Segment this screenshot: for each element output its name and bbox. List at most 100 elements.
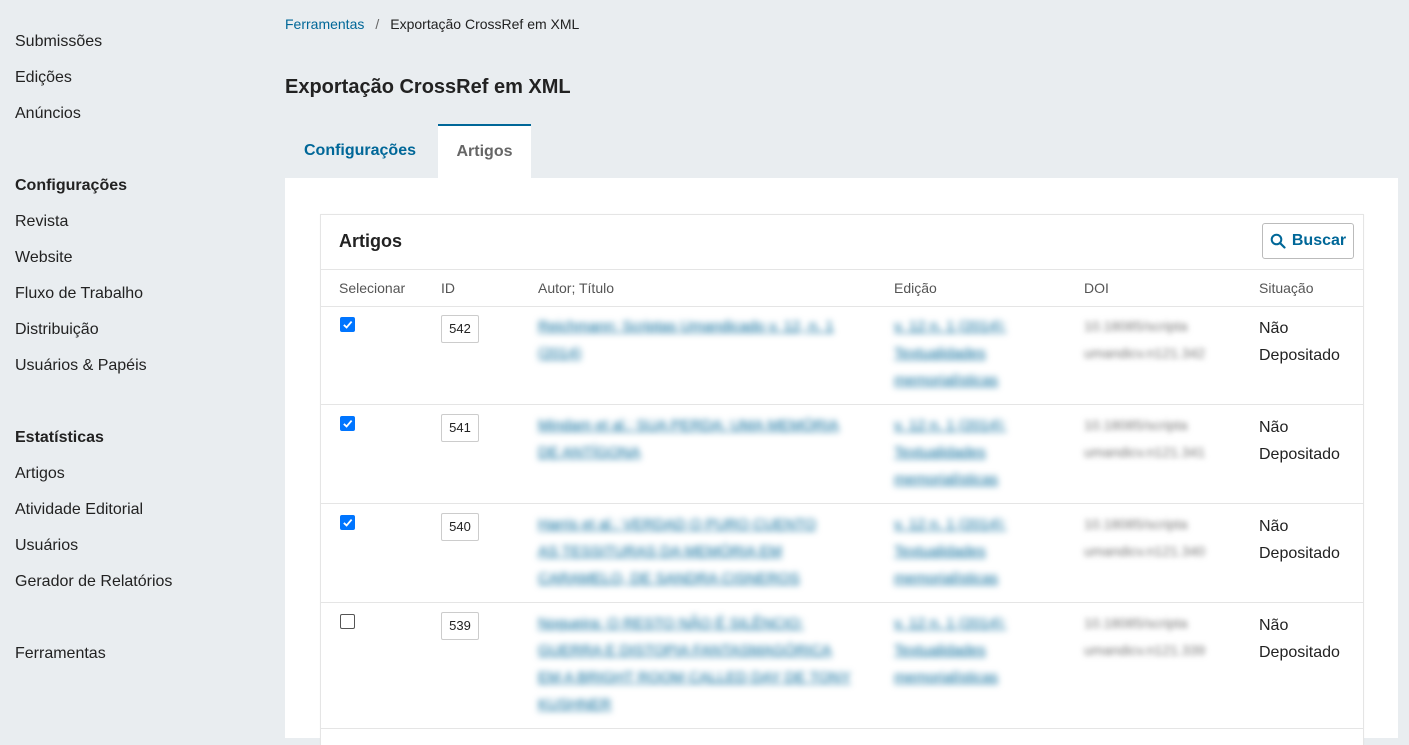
article-title-line: Nogueira: O RESTO NÃO É SILÊNCIO:: [538, 615, 804, 632]
article-title-link[interactable]: Harris et al.: VERDAD O PURO CUENTO AS TE…: [538, 511, 868, 592]
breadcrumb-separator: /: [375, 16, 380, 32]
article-title-line: Mindam et al.: SUA PERDA: UMA MEMÓRIA: [538, 417, 839, 434]
sidebar-item-ferramentas[interactable]: Ferramentas: [15, 645, 106, 663]
article-id: 540: [441, 513, 479, 541]
column-header-selecionar: Selecionar: [339, 280, 406, 296]
listing-title: Artigos: [339, 231, 402, 251]
select-checkbox[interactable]: [340, 317, 355, 332]
sidebar-item-anuncios[interactable]: Anúncios: [15, 105, 81, 123]
article-title-link[interactable]: Nogueira: O RESTO NÃO É SILÊNCIO: GUERRA …: [538, 610, 868, 718]
article-title-link[interactable]: Reichmann: Scriptas Umandicado v. 12, n.…: [538, 313, 868, 367]
article-title-line: (2014): [538, 345, 582, 362]
status-value: Não Depositado: [1259, 612, 1359, 666]
doi-line: umandicv.n121.340: [1084, 543, 1206, 559]
issue-link[interactable]: v. 12 n. 1 (2014): Textualidades memorialí…: [894, 313, 1064, 394]
status-line: Depositado: [1259, 347, 1340, 364]
doi-line: 10.18085/scripta: [1084, 417, 1188, 433]
articles-listing: Artigos Buscar Selecionar ID Autor; Títu…: [320, 214, 1364, 745]
issue-line: memorialísticas: [894, 570, 999, 587]
doi-line: 10.18085/scripta: [1084, 318, 1188, 334]
search-icon: [1270, 233, 1286, 249]
issue-line: memorialísticas: [894, 372, 999, 389]
sidebar-item-edicoes[interactable]: Edições: [15, 69, 72, 87]
article-title-line: Harris et al.: VERDAD O PURO CUENTO: [538, 516, 817, 533]
column-header-row: Selecionar ID Autor; Título Edição DOI S…: [321, 269, 1363, 307]
issue-line: Textualidades: [894, 345, 986, 362]
sidebar-item-gerador-de-relatorios[interactable]: Gerador de Relatórios: [15, 573, 172, 591]
issue-line: v. 12 n. 1 (2014):: [894, 615, 1007, 632]
status-line: Não: [1259, 617, 1289, 634]
sidebar-item-usuarios[interactable]: Usuários: [15, 537, 78, 555]
issue-link[interactable]: v. 12 n. 1 (2014): Textualidades memorialí…: [894, 412, 1064, 493]
issue-link[interactable]: v. 12 n. 1 (2014): Textualidades memorialí…: [894, 511, 1064, 592]
doi-line: umandicv.n121.341: [1084, 444, 1206, 460]
issue-line: Textualidades: [894, 543, 986, 560]
select-checkbox[interactable]: [340, 614, 355, 629]
doi-line: 10.18085/scripta: [1084, 615, 1188, 631]
sidebar-section-configuracoes: Configurações: [15, 177, 128, 194]
issue-line: v. 12 n. 1 (2014):: [894, 417, 1007, 434]
column-header-doi: DOI: [1084, 280, 1109, 296]
doi-line: umandicv.n121.339: [1084, 642, 1206, 658]
table-row: 541 Mindam et al.: SUA PERDA: UMA MEMÓRIA…: [321, 404, 1363, 504]
sidebar-item-distribuicao[interactable]: Distribuição: [15, 321, 99, 339]
status-value: Não Depositado: [1259, 513, 1359, 567]
doi-value: 10.18085/scripta umandicv.n121.340: [1084, 511, 1244, 565]
sidebar-item-usuarios-papeis[interactable]: Usuários & Papéis: [15, 357, 147, 375]
doi-value: 10.18085/scripta umandicv.n121.341: [1084, 412, 1244, 466]
article-title-line: Reichmann: Scriptas Umandicado v. 12, n.…: [538, 318, 834, 335]
status-line: Não: [1259, 419, 1289, 436]
article-title-line: GUERRA E DISTOPIA FANTASMAGÓRICA: [538, 642, 832, 659]
breadcrumb-current: Exportação CrossRef em XML: [390, 16, 580, 32]
column-header-situacao: Situação: [1259, 280, 1314, 296]
doi-line: 10.18085/scripta: [1084, 516, 1188, 532]
status-line: Depositado: [1259, 644, 1340, 661]
sidebar-item-fluxo-de-trabalho[interactable]: Fluxo de Trabalho: [15, 285, 143, 303]
breadcrumb: Ferramentas / Exportação CrossRef em XML: [285, 16, 579, 32]
issue-line: Textualidades: [894, 444, 986, 461]
status-value: Não Depositado: [1259, 315, 1359, 369]
select-checkbox[interactable]: [340, 416, 355, 431]
sidebar-item-submissoes[interactable]: Submissões: [15, 33, 102, 51]
doi-value: 10.18085/scripta umandicv.n121.339: [1084, 610, 1244, 664]
issue-line: v. 12 n. 1 (2014):: [894, 318, 1007, 335]
doi-value: 10.18085/scripta umandicv.n121.342: [1084, 313, 1244, 367]
article-title-line: AS TESSITURAS DA MEMÓRIA EM: [538, 543, 782, 560]
article-id: 542: [441, 315, 479, 343]
doi-line: umandicv.n121.342: [1084, 345, 1206, 361]
article-title-line: CARAMELO, DE SANDRA CISNEROS: [538, 570, 800, 587]
sidebar-item-atividade-editorial[interactable]: Atividade Editorial: [15, 501, 143, 519]
column-header-id: ID: [441, 280, 455, 296]
select-checkbox[interactable]: [340, 515, 355, 530]
sidebar-item-website[interactable]: Website: [15, 249, 73, 267]
article-title-line: EM A BRIGHT ROOM CALLED DAY DE TONY: [538, 669, 851, 686]
search-button[interactable]: Buscar: [1262, 223, 1354, 259]
status-line: Não: [1259, 320, 1289, 337]
table-row: 540 Harris et al.: VERDAD O PURO CUENTO AS…: [321, 503, 1363, 603]
issue-line: memorialísticas: [894, 471, 999, 488]
issue-link[interactable]: v. 12 n. 1 (2014): Textualidades memorialí…: [894, 610, 1064, 691]
table-row: 542 Reichmann: Scriptas Umandicado v. 12,…: [321, 305, 1363, 405]
article-id: 539: [441, 612, 479, 640]
search-button-label: Buscar: [1291, 232, 1347, 249]
article-title-line: KUSHNER: [538, 696, 612, 713]
column-header-edicao: Edição: [894, 280, 937, 296]
sidebar: Submissões Edições Anúncios Configuraçõe…: [0, 0, 270, 733]
article-title-link[interactable]: Mindam et al.: SUA PERDA: UMA MEMÓRIA DE …: [538, 412, 868, 466]
sidebar-item-artigos[interactable]: Artigos: [15, 465, 65, 483]
issue-line: v. 12 n. 1 (2014):: [894, 516, 1007, 533]
status-line: Não: [1259, 518, 1289, 535]
tab-configuracoes[interactable]: Configurações: [285, 124, 435, 178]
issue-line: memorialísticas: [894, 669, 999, 686]
table-row: 539 Nogueira: O RESTO NÃO É SILÊNCIO: GUER…: [321, 602, 1363, 729]
article-title-line: DE ANTÍGONA: [538, 444, 641, 461]
sidebar-section-estatisticas: Estatísticas: [15, 429, 104, 446]
breadcrumb-link-ferramentas[interactable]: Ferramentas: [285, 16, 364, 32]
sidebar-item-revista[interactable]: Revista: [15, 213, 68, 231]
issue-line: Textualidades: [894, 642, 986, 659]
status-value: Não Depositado: [1259, 414, 1359, 468]
column-header-autor-titulo: Autor; Título: [538, 280, 615, 296]
page-title: Exportação CrossRef em XML: [285, 76, 571, 98]
status-line: Depositado: [1259, 446, 1340, 463]
tab-artigos[interactable]: Artigos: [438, 124, 531, 178]
